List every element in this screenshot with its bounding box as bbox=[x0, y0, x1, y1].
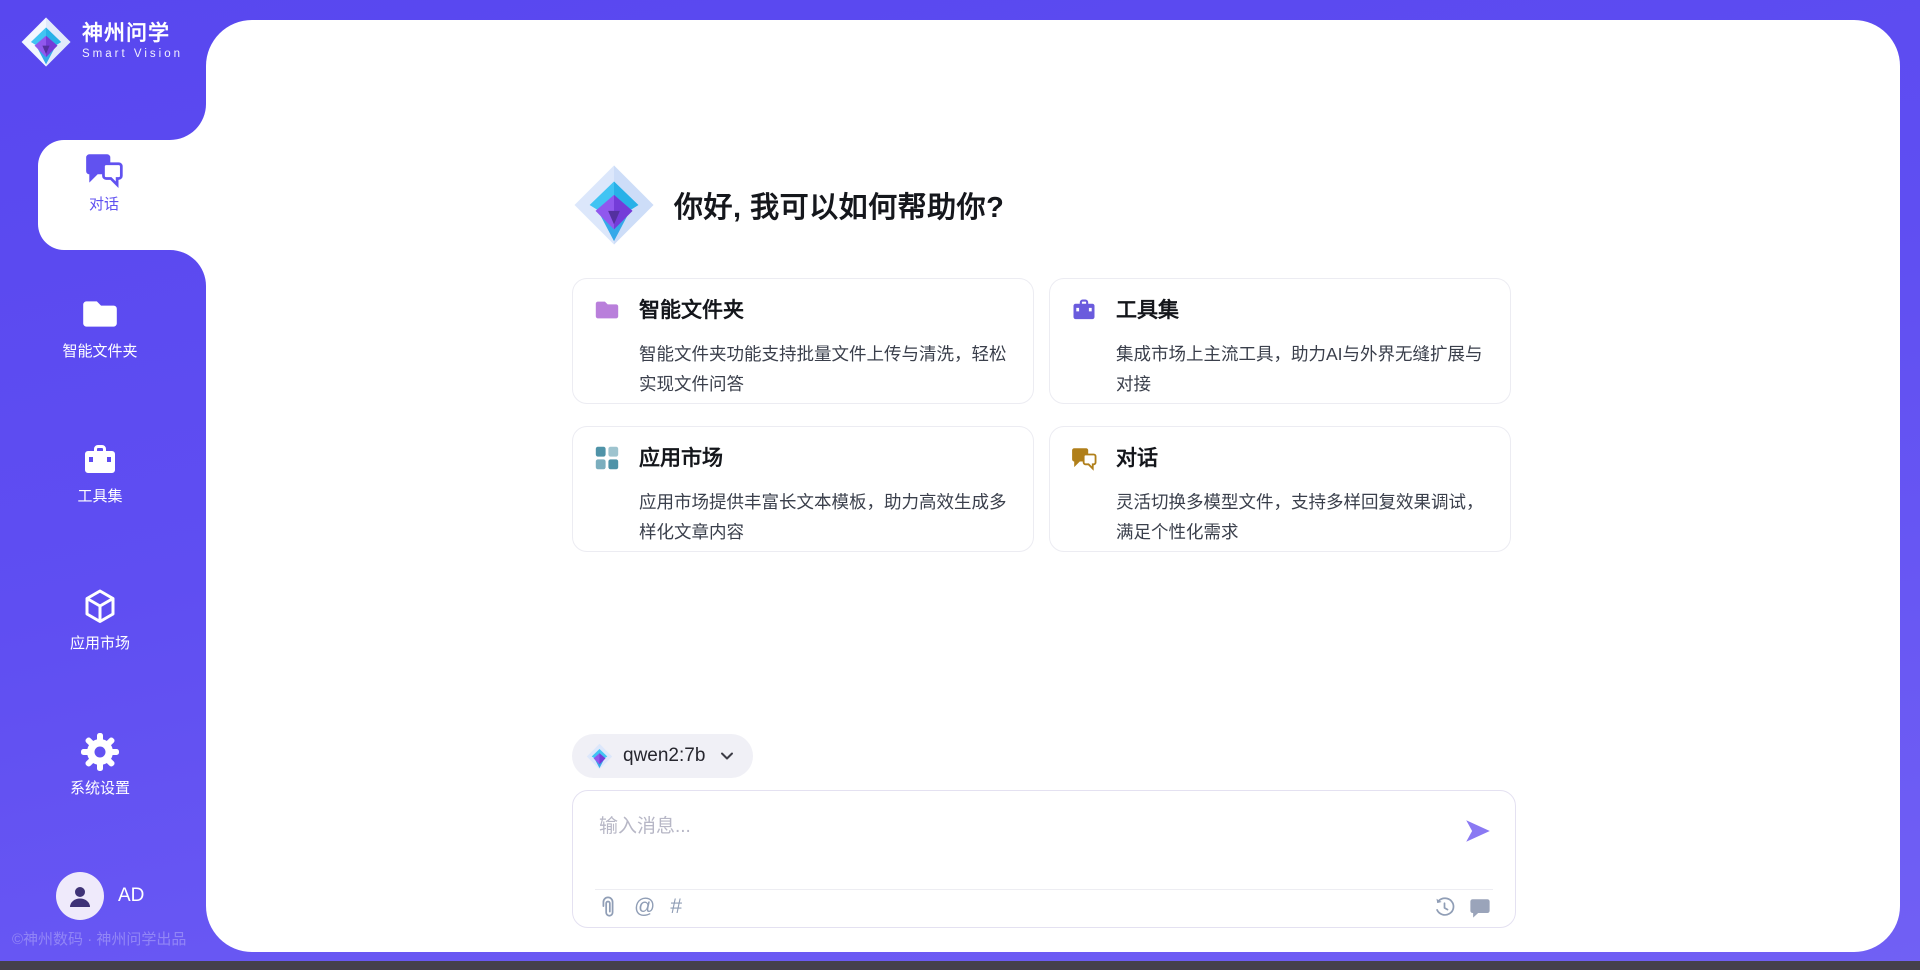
brand-logo-icon bbox=[20, 16, 72, 68]
model-logo-icon bbox=[586, 743, 613, 770]
copyright: ©神州数码 · 神州问学出品 bbox=[12, 928, 186, 949]
composer-divider bbox=[595, 889, 1493, 890]
send-icon[interactable] bbox=[1463, 817, 1493, 845]
card-description: 应用市场提供丰富长文本模板，助力高效生成多样化文章内容 bbox=[639, 487, 1009, 547]
card-toolset[interactable]: 工具集 集成市场上主流工具，助力AI与外界无缝扩展与对接 bbox=[1049, 278, 1511, 404]
chat-bubble-icon[interactable] bbox=[1469, 897, 1491, 918]
card-app-market[interactable]: 应用市场 应用市场提供丰富长文本模板，助力高效生成多样化文章内容 bbox=[572, 426, 1034, 552]
card-title: 工具集 bbox=[1116, 297, 1179, 324]
chat-icon bbox=[83, 148, 125, 190]
user-profile[interactable]: AD bbox=[56, 872, 144, 920]
sidebar-item-app-market[interactable]: 应用市场 bbox=[18, 587, 182, 653]
sidebar-item-label: 系统设置 bbox=[70, 780, 130, 798]
greeting: 你好, 我可以如何帮助你? bbox=[572, 163, 1004, 247]
sidebar-item-toolset[interactable]: 工具集 bbox=[18, 440, 182, 506]
history-icon[interactable] bbox=[1434, 897, 1455, 918]
at-icon[interactable]: @ bbox=[634, 895, 655, 919]
sidebar-item-smart-folder[interactable]: 智能文件夹 bbox=[18, 293, 182, 361]
model-selector[interactable]: qwen2:7b bbox=[572, 734, 753, 778]
model-name: qwen2:7b bbox=[623, 745, 705, 767]
greeting-title: 你好, 我可以如何帮助你? bbox=[674, 184, 1004, 226]
cube-icon bbox=[80, 587, 120, 627]
folder-icon bbox=[79, 293, 121, 335]
brand-subtitle: Smart Vision bbox=[82, 46, 183, 62]
card-chat[interactable]: 对话 灵活切换多模型文件，支持多样回复效果调试，满足个性化需求 bbox=[1049, 426, 1511, 552]
folder-icon bbox=[593, 296, 621, 329]
brand-name: 神州问学 bbox=[82, 22, 183, 46]
card-description: 智能文件夹功能支持批量文件上传与清洗，轻松实现文件问答 bbox=[639, 339, 1009, 399]
gear-icon bbox=[80, 732, 120, 772]
paperclip-icon[interactable] bbox=[597, 895, 619, 919]
sidebar-item-label: 工具集 bbox=[77, 488, 122, 506]
message-composer: @ # bbox=[572, 790, 1516, 928]
toolbox-icon bbox=[80, 440, 120, 480]
chevron-down-icon bbox=[719, 748, 735, 764]
sidebar-item-settings[interactable]: 系统设置 bbox=[18, 732, 182, 798]
sidebar-item-chat[interactable]: 对话 bbox=[38, 148, 170, 214]
card-description: 集成市场上主流工具，助力AI与外界无缝扩展与对接 bbox=[1116, 339, 1486, 399]
card-smart-folder[interactable]: 智能文件夹 智能文件夹功能支持批量文件上传与清洗，轻松实现文件问答 bbox=[572, 278, 1034, 404]
user-initials: AD bbox=[118, 885, 144, 907]
grid-icon bbox=[593, 444, 621, 477]
person-icon bbox=[66, 882, 94, 910]
brand: 神州问学 Smart Vision bbox=[20, 16, 183, 68]
sidebar-item-label: 应用市场 bbox=[70, 635, 130, 653]
card-title: 智能文件夹 bbox=[639, 297, 744, 324]
chat-icon bbox=[1070, 444, 1098, 477]
card-title: 应用市场 bbox=[639, 445, 723, 472]
card-description: 灵活切换多模型文件，支持多样回复效果调试，满足个性化需求 bbox=[1116, 487, 1486, 547]
assistant-logo-icon bbox=[572, 163, 656, 247]
sidebar-item-label: 对话 bbox=[89, 196, 119, 214]
sidebar-item-label: 智能文件夹 bbox=[62, 343, 137, 361]
avatar bbox=[56, 872, 104, 920]
card-title: 对话 bbox=[1116, 445, 1158, 472]
toolbox-icon bbox=[1070, 296, 1098, 329]
bottom-dark-strip bbox=[0, 961, 1920, 970]
hash-icon[interactable]: # bbox=[670, 895, 682, 919]
feature-cards: 智能文件夹 智能文件夹功能支持批量文件上传与清洗，轻松实现文件问答 工具集 集成… bbox=[572, 278, 1511, 552]
message-input[interactable] bbox=[585, 797, 1405, 881]
main-panel: 你好, 我可以如何帮助你? 智能文件夹 智能文件夹功能支持批量文件上传与清洗，轻… bbox=[206, 20, 1900, 952]
